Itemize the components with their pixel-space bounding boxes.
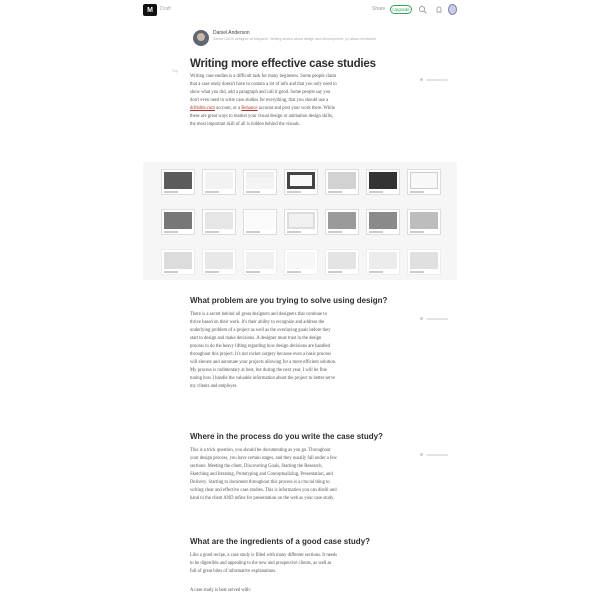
behance-link[interactable]: Behance <box>241 106 257 111</box>
gallery-thumbnail[interactable] <box>325 169 359 195</box>
intro-line: show what you did, add a paragraph and c… <box>190 90 331 95</box>
gallery-thumbnail[interactable] <box>407 249 441 275</box>
body-line: Delivery. Starting to document throughou… <box>190 480 330 485</box>
gallery-thumbnail[interactable] <box>366 209 400 235</box>
gallery-thumbnail[interactable] <box>407 169 441 195</box>
intro-line: these are great ways to market your visu… <box>190 114 334 119</box>
gallery-thumbnail[interactable] <box>366 169 400 195</box>
gallery-thumbnail[interactable] <box>202 249 236 275</box>
intro-line: don't even need to write case studies fo… <box>190 98 329 103</box>
body-line: will elevate and automate your projects … <box>190 360 337 365</box>
intro-line: the most important skill of all is hidde… <box>190 122 301 127</box>
highlight-note[interactable] <box>426 78 448 81</box>
gallery-thumbnail[interactable] <box>325 209 359 235</box>
body-line: throughout this project. It's not rocket… <box>190 352 332 357</box>
body-line: tuning how I handle the valuable informa… <box>190 376 336 381</box>
highlight-note[interactable] <box>426 317 448 320</box>
user-avatar[interactable] <box>448 4 457 15</box>
gallery-thumbnail[interactable] <box>284 169 318 195</box>
highlight-note[interactable] <box>426 453 448 456</box>
top-navigation-bar: M Draft Share Upgrade <box>0 0 600 20</box>
body-line: Sketching and Iterating, Prototyping and… <box>190 472 333 477</box>
intro-line: that a case study doesn't have to contai… <box>190 82 337 87</box>
search-icon[interactable] <box>418 5 428 15</box>
body-line: There is a secret behind all great desig… <box>190 312 327 317</box>
gallery-thumbnail[interactable] <box>284 249 318 275</box>
share-link[interactable]: Share <box>372 6 385 12</box>
body-line: process to do the heavy lifting regardin… <box>190 344 330 349</box>
dribbble-link[interactable]: dribbble.com <box>190 106 215 111</box>
side-note: Top <box>172 69 178 73</box>
body-line: Like a good recipe, a case study is fill… <box>190 553 338 558</box>
medium-logo-icon[interactable]: M <box>143 4 157 16</box>
body-line: start to design and make decisions. A de… <box>190 336 322 341</box>
body-line: underlying problem of a project as well … <box>190 328 331 333</box>
intro-fragment: account, or a <box>216 106 241 111</box>
body-line: sections: Meeting the client, Discoverin… <box>190 464 323 469</box>
gallery-thumbnail[interactable] <box>366 249 400 275</box>
gallery-thumbnail[interactable] <box>161 209 195 235</box>
gallery-thumbnail[interactable] <box>243 209 277 235</box>
upgrade-button[interactable]: Upgrade <box>390 5 412 14</box>
author-avatar[interactable] <box>193 30 209 46</box>
author-name[interactable]: Daniel Anderson <box>213 30 250 36</box>
body-line: thrive based on their work. It's their a… <box>190 320 325 325</box>
gallery-thumbnail[interactable] <box>407 209 441 235</box>
body-line: to be digestible and appealing to the ne… <box>190 561 332 566</box>
highlight-marker-icon[interactable] <box>420 453 423 456</box>
section-heading: What problem are you trying to solve usi… <box>190 296 388 305</box>
gallery-thumbnail[interactable] <box>161 169 195 195</box>
image-gallery[interactable] <box>143 162 457 280</box>
gallery-thumbnail[interactable] <box>202 209 236 235</box>
body-line: my clients and employer. <box>190 384 238 389</box>
intro-line: Writing case studies is a difficult task… <box>190 74 337 79</box>
gallery-thumbnail[interactable] <box>243 169 277 195</box>
body-line: hand to the client AND refine for presen… <box>190 496 335 501</box>
highlight-marker-icon[interactable] <box>420 317 423 320</box>
body-line: full of great bites of informative expla… <box>190 569 277 574</box>
intro-fragment: account and post your work there. While <box>258 106 335 111</box>
bell-icon[interactable] <box>434 5 444 15</box>
body-line: My process is rudimentary at best, but d… <box>190 368 327 373</box>
section-heading: Where in the process do you write the ca… <box>190 432 383 441</box>
gallery-thumbnail[interactable] <box>202 169 236 195</box>
author-bio: Senior UI/UX designer at Mixpanel. Writi… <box>213 37 376 41</box>
gallery-thumbnail[interactable] <box>243 249 277 275</box>
gallery-thumbnail[interactable] <box>161 249 195 275</box>
body-line: writing clear and effective case studies… <box>190 488 337 493</box>
gallery-thumbnail[interactable] <box>284 209 318 235</box>
section-heading: What are the ingredients of a good case … <box>190 537 371 546</box>
article-title: Writing more effective case studies <box>190 58 376 70</box>
body-line: This is a trick question, you should be … <box>190 448 331 453</box>
body-line: A case study is best served with: <box>190 588 251 593</box>
draft-label: Draft <box>160 6 171 12</box>
intro-line-links: dribbble.com account, or a Behance accou… <box>190 105 412 113</box>
highlight-marker-icon[interactable] <box>420 78 423 81</box>
gallery-thumbnail[interactable] <box>325 249 359 275</box>
body-line: your design process, you have certain st… <box>190 456 337 461</box>
